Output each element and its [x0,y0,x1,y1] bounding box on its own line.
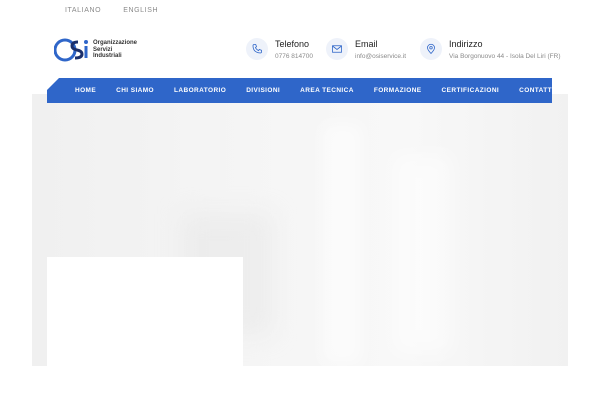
nav-item-area-tecnica[interactable]: AREA TECNICA [300,87,354,94]
phone-icon [246,38,268,60]
nav-item-home[interactable]: HOME [75,87,96,94]
lang-italiano-link[interactable]: ITALIANO [65,7,101,14]
nav-item-chi-siamo[interactable]: CHI SIAMO [116,87,154,94]
contact-phone[interactable]: Telefono 0776 814700 [246,38,313,60]
nav-item-formazione[interactable]: FORMAZIONE [374,87,422,94]
contact-address[interactable]: Indirizzo Via Borgonuovo 44 - Isola Del … [420,38,561,60]
nav-item-certificazioni[interactable]: CERTIFICAZIONI [442,87,500,94]
logo-line-3: Industriali [93,53,122,60]
address-value: Via Borgonuovo 44 - Isola Del Liri (FR) [449,53,561,60]
email-value[interactable]: info@osiservice.it [355,53,406,60]
envelope-icon [326,38,348,60]
nav-item-laboratorio[interactable]: LABORATORIO [174,87,226,94]
main-nav: HOME CHI SIAMO LABORATORIO DIVISIONI ARE… [47,78,554,103]
lang-english-link[interactable]: ENGLISH [123,7,158,14]
nav-items: HOME CHI SIAMO LABORATORIO DIVISIONI ARE… [47,87,554,94]
site-logo[interactable]: Organizzazione Servizi Industriali [54,36,137,64]
nav-item-contatti[interactable]: CONTATTI [519,87,554,94]
hero-mist [392,154,452,354]
phone-title: Telefono [275,39,310,49]
hero-mist [322,124,362,364]
address-title: Indirizzo [449,39,483,49]
logo-line-1: Organizzazione [93,40,138,47]
nav-item-divisioni[interactable]: DIVISIONI [246,87,280,94]
email-title: Email [355,39,378,49]
nav-corner-notch [47,78,59,90]
hero-white-panel [47,257,243,367]
map-pin-icon [420,38,442,60]
phone-value[interactable]: 0776 814700 [275,53,313,60]
language-bar: ITALIANO ENGLISH [65,7,158,14]
logo-text: Organizzazione Servizi Industriali [93,40,137,60]
osi-logo-icon [54,38,88,62]
contact-email[interactable]: Email info@osiservice.it [326,38,406,60]
